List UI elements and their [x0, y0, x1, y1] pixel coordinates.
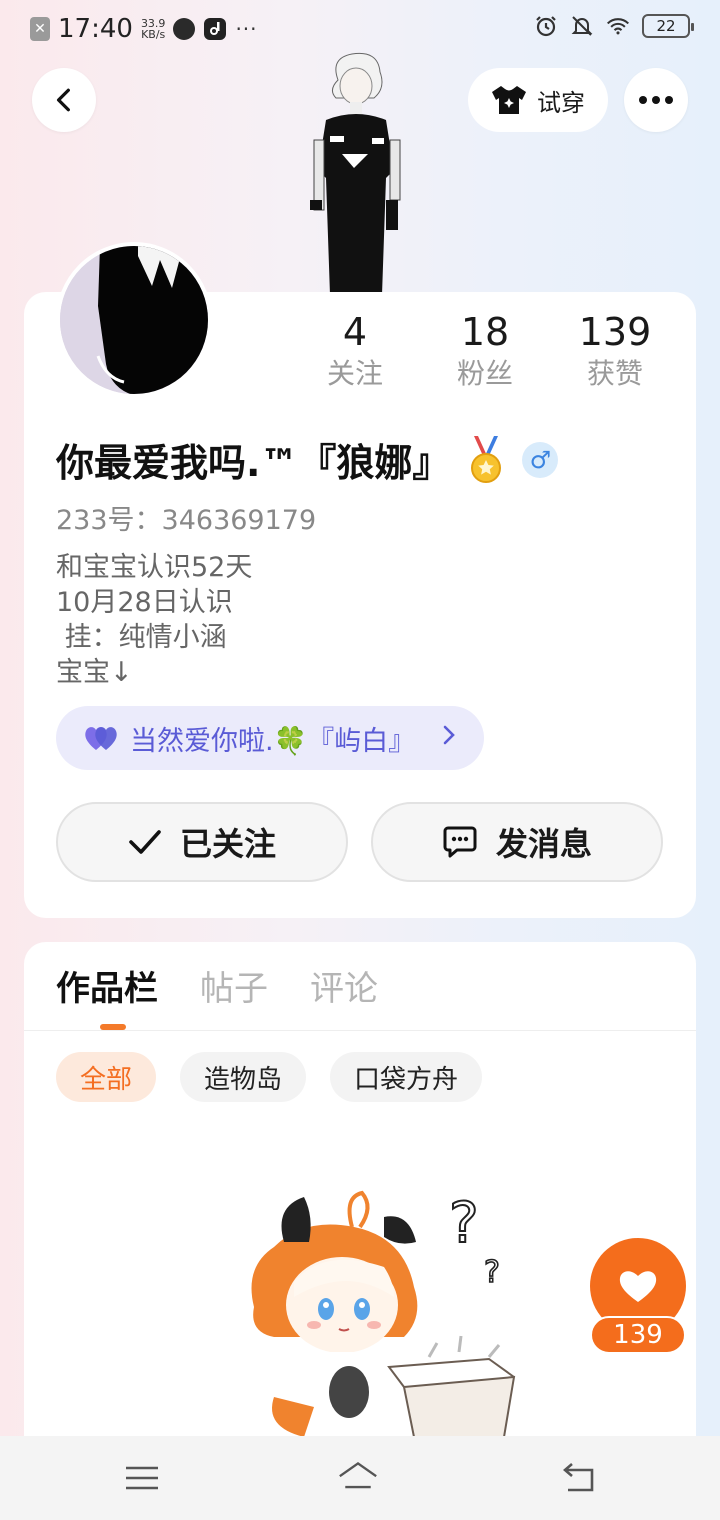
back-nav-icon[interactable] [560, 1458, 600, 1498]
wifi-icon [606, 18, 630, 35]
stat-following[interactable]: 4 关注 [290, 310, 420, 394]
tab-works[interactable]: 作品栏 [56, 966, 158, 1012]
cp-label: 当然爱你啦.🍀『屿白』 [130, 725, 416, 757]
status-time: 17:40 [58, 14, 133, 44]
chevron-left-icon [56, 88, 70, 112]
followers-count: 18 [460, 310, 510, 354]
try-on-button[interactable]: 试穿 [468, 68, 608, 132]
more-dots-icon [639, 96, 673, 104]
works-card: 作品栏 帖子 评论 全部 造物岛 口袋方舟 ? ? [24, 942, 696, 1462]
tabs-divider [24, 1030, 696, 1031]
alarm-icon [536, 16, 556, 37]
bio-text: 和宝宝认识52天 10月28日认识 挂：纯情小涵 宝宝↓ [56, 552, 253, 688]
try-on-label: 试穿 [537, 88, 585, 117]
likes-received-label: 获赞 [586, 357, 643, 390]
works-tabs: 作品栏 帖子 评论 [56, 966, 378, 1012]
net-speed: 33.9 KB/s [141, 18, 166, 40]
stat-followers[interactable]: 18 粉丝 [420, 310, 550, 394]
tshirt-icon [492, 86, 526, 114]
more-options-button[interactable] [624, 68, 688, 132]
user-id[interactable]: 233号：346369179 [56, 498, 316, 537]
system-navigation-bar [0, 1436, 720, 1520]
heart-icon [619, 1271, 657, 1302]
home-icon[interactable] [338, 1458, 378, 1498]
gender-male-icon: ♂ [522, 441, 559, 478]
send-message-button[interactable]: 发消息 [371, 802, 663, 882]
app-notification-icon [173, 18, 196, 40]
filter-pocket-ark[interactable]: 口袋方舟 [330, 1052, 483, 1102]
cp-relationship-pill[interactable]: 当然爱你啦.🍀『屿白』 [56, 706, 484, 770]
tab-posts[interactable]: 帖子 [200, 966, 268, 1012]
works-filter-chips: 全部 造物岛 口袋方舟 [56, 1052, 483, 1102]
followed-button[interactable]: 已关注 [56, 802, 348, 882]
following-label: 关注 [326, 357, 383, 390]
svg-text:?: ? [484, 1255, 500, 1290]
net-speed-unit: KB/s [141, 28, 166, 41]
chevron-right-icon [442, 724, 456, 752]
mute-bell-icon [571, 16, 593, 36]
notification-close-icon: ✕ [30, 17, 50, 41]
avatar-image [60, 246, 208, 394]
empty-state-mascot-illustration: ? ? [251, 1190, 516, 1437]
tab-comments[interactable]: 评论 [310, 966, 378, 1012]
character-avatar-figure [310, 52, 401, 295]
battery-indicator: 22 [642, 14, 694, 38]
avatar[interactable] [56, 242, 212, 398]
following-count: 4 [342, 310, 368, 354]
followers-label: 粉丝 [456, 357, 513, 390]
more-notifications-icon: ··· [235, 17, 258, 41]
like-count: 139 [590, 1316, 686, 1354]
profile-stats: 4 关注 18 粉丝 139 获赞 [290, 310, 680, 394]
double-heart-icon [85, 727, 117, 750]
svg-text:?: ? [449, 1191, 479, 1256]
send-message-label: 发消息 [495, 825, 592, 863]
recent-apps-icon[interactable] [122, 1458, 162, 1498]
nickname-row: 你最爱我吗.™『狼娜』 ♂ [56, 432, 559, 487]
followed-label: 已关注 [179, 825, 276, 863]
chat-bubble-icon [443, 826, 477, 858]
checkmark-icon [129, 830, 161, 854]
likes-received-count: 139 [578, 310, 652, 354]
filter-all[interactable]: 全部 [56, 1052, 157, 1102]
back-button[interactable] [32, 68, 96, 132]
filter-creation-island[interactable]: 造物岛 [180, 1052, 307, 1102]
medal-badge-icon[interactable] [468, 435, 504, 484]
music-app-icon [204, 18, 227, 40]
stat-likes[interactable]: 139 获赞 [550, 310, 680, 394]
nickname: 你最爱我吗.™『狼娜』 [56, 441, 451, 485]
